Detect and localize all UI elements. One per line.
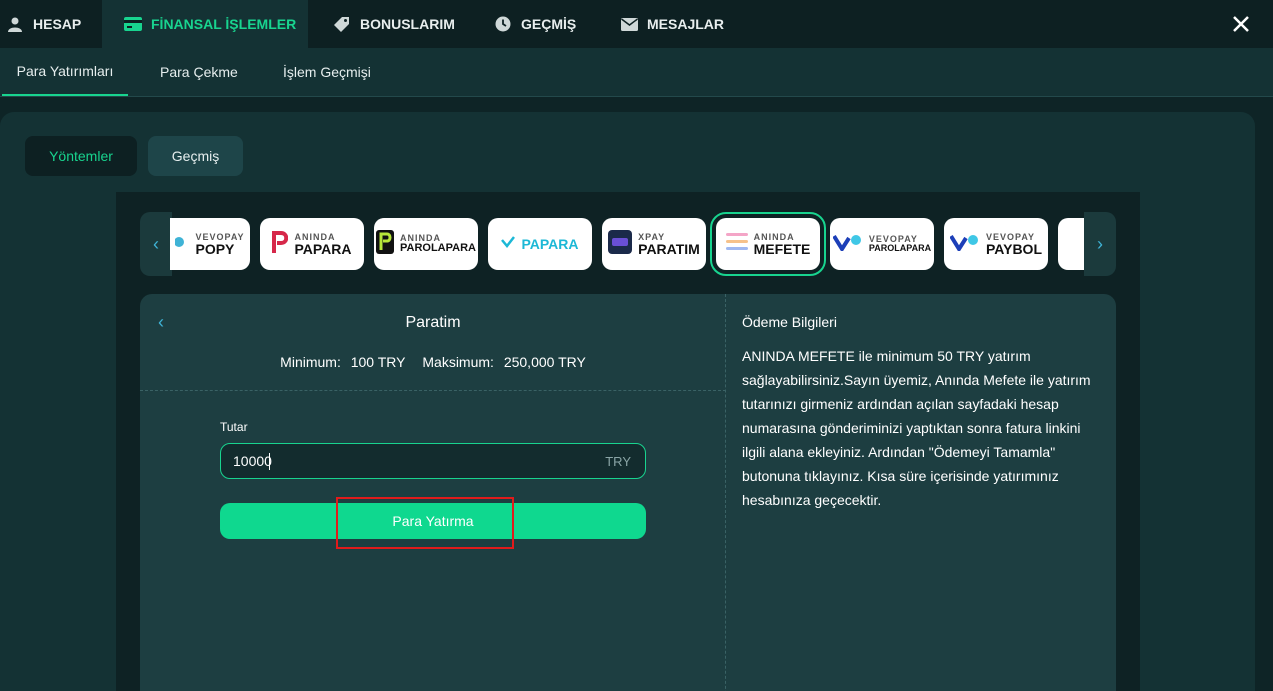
method-card-big: PAROLAPARA bbox=[400, 242, 476, 254]
method-card-vevopay-paybol[interactable]: VEVOPAY PAYBOL bbox=[944, 218, 1048, 270]
top-nav: HESAP FİNANSAL İŞLEMLER BONUSLARIM GEÇMİ… bbox=[0, 0, 1273, 48]
amount-value: 10000 bbox=[233, 453, 272, 469]
method-card-vevopay-popy[interactable]: VEVOPAY POPY bbox=[170, 218, 250, 270]
min-label: Minimum: bbox=[280, 354, 341, 370]
tab-mesajlar[interactable]: MESAJLAR bbox=[620, 0, 724, 48]
history-button[interactable]: Geçmiş bbox=[148, 136, 243, 176]
payment-info: Ödeme Bilgileri ANINDA MEFETE ile minimu… bbox=[742, 314, 1102, 512]
card-icon bbox=[124, 15, 142, 33]
mail-icon bbox=[620, 15, 638, 33]
papara-logo-icon bbox=[272, 230, 289, 258]
method-card-vevopay-parolapara[interactable]: VEVOPAY PAROLAPARA bbox=[830, 218, 934, 270]
method-card-aninda-papara[interactable]: ANINDA PAPARA bbox=[260, 218, 364, 270]
min-value: 100 TRY bbox=[350, 354, 406, 370]
text-cursor bbox=[269, 453, 270, 470]
close-icon bbox=[1233, 16, 1249, 32]
main-panel: Yöntemler Geçmiş ‹ VEVOPAY POPY ANINDA PAP… bbox=[0, 112, 1255, 691]
tab-finansal-islemler[interactable]: FİNANSAL İŞLEMLER bbox=[102, 0, 308, 48]
method-card-big: PAPARA bbox=[521, 236, 579, 252]
mefete-logo-icon bbox=[725, 231, 748, 258]
divider bbox=[140, 390, 726, 391]
method-card-partial[interactable] bbox=[1058, 218, 1084, 270]
xpay-logo-icon bbox=[608, 229, 633, 259]
carousel-prev-button[interactable]: ‹ bbox=[140, 212, 172, 276]
method-card-big: PAPARA bbox=[294, 240, 352, 257]
tab-para-yatirimlari-label: Para Yatırımları bbox=[16, 63, 114, 79]
parolapara-logo-icon bbox=[376, 229, 394, 259]
deposit-area: ‹ VEVOPAY POPY ANINDA PAPARA ANINDA PAROLAP… bbox=[116, 192, 1140, 691]
deposit-form: ‹ Paratim Minimum: 100 TRY Maksimum: 250… bbox=[140, 294, 726, 691]
tag-icon bbox=[333, 15, 351, 33]
carousel-next-button[interactable]: › bbox=[1084, 212, 1116, 276]
payment-info-title: Ödeme Bilgileri bbox=[742, 314, 837, 330]
tab-islem-gecmisi-label: İşlem Geçmişi bbox=[283, 64, 371, 80]
method-card-big: MEFETE bbox=[753, 240, 811, 257]
method-card-big: PAROLAPARA bbox=[868, 243, 932, 253]
method-card-big: PARATIM bbox=[638, 240, 700, 257]
amount-unit: TRY bbox=[605, 453, 631, 469]
method-card-papara[interactable]: PAPARA bbox=[488, 218, 592, 270]
tab-gecmis[interactable]: GEÇMİŞ bbox=[494, 0, 576, 48]
max-label: Maksimum: bbox=[422, 354, 494, 370]
tab-para-yatirimlari[interactable]: Para Yatırımları bbox=[2, 48, 128, 96]
method-card-big: POPY bbox=[195, 240, 235, 257]
tab-bonuslarim[interactable]: BONUSLARIM bbox=[333, 0, 455, 48]
amount-label: Tutar bbox=[220, 420, 248, 434]
chevron-left-icon: ‹ bbox=[153, 233, 159, 254]
close-button[interactable] bbox=[1229, 12, 1253, 36]
max-value: 250,000 TRY bbox=[503, 354, 586, 370]
clock-icon bbox=[494, 15, 512, 33]
method-card-aninda-mefete[interactable]: ANINDA MEFETE bbox=[710, 212, 826, 276]
methods-button[interactable]: Yöntemler bbox=[25, 136, 137, 176]
tab-finansal-islemler-label: FİNANSAL İŞLEMLER bbox=[151, 16, 297, 32]
tab-para-cekme[interactable]: Para Çekme bbox=[160, 48, 238, 96]
payment-method-carousel: ‹ VEVOPAY POPY ANINDA PAPARA ANINDA PAROLAP… bbox=[140, 212, 1116, 276]
tab-islem-gecmisi[interactable]: İşlem Geçmişi bbox=[283, 48, 371, 96]
tab-hesap[interactable]: HESAP bbox=[6, 0, 81, 48]
chevron-right-icon: › bbox=[1097, 233, 1103, 254]
tab-para-cekme-label: Para Çekme bbox=[160, 64, 238, 80]
method-card-big: PAYBOL bbox=[985, 240, 1042, 257]
tab-bonuslarim-label: BONUSLARIM bbox=[360, 16, 455, 32]
user-icon bbox=[6, 15, 24, 33]
limits-row: Minimum: 100 TRY Maksimum: 250,000 TRY bbox=[140, 354, 726, 370]
sub-nav: Para Yatırımları Para Çekme İşlem Geçmiş… bbox=[0, 48, 1273, 97]
method-title: Paratim bbox=[405, 314, 461, 331]
vevopay-logo-icon bbox=[832, 233, 863, 256]
tab-mesajlar-label: MESAJLAR bbox=[647, 16, 725, 32]
method-card-aninda-parolapara[interactable]: ANINDA PAROLAPARA bbox=[374, 218, 478, 270]
vevopay-logo-icon bbox=[949, 233, 980, 256]
tab-gecmis-label: GEÇMİŞ bbox=[521, 16, 577, 32]
payment-info-text: ANINDA MEFETE ile minimum 50 TRY yatırım… bbox=[742, 348, 1091, 508]
vevopay-logo-icon bbox=[174, 234, 189, 255]
method-card-xpay-paratim[interactable]: XPAY PARATIM bbox=[602, 218, 706, 270]
highlight-box bbox=[336, 497, 514, 549]
tab-hesap-label: HESAP bbox=[33, 16, 82, 32]
amount-input[interactable]: 10000 TRY bbox=[220, 443, 646, 479]
deposit-form-panel: ‹ Paratim Minimum: 100 TRY Maksimum: 250… bbox=[140, 294, 1116, 691]
papara-check-icon bbox=[501, 235, 516, 254]
